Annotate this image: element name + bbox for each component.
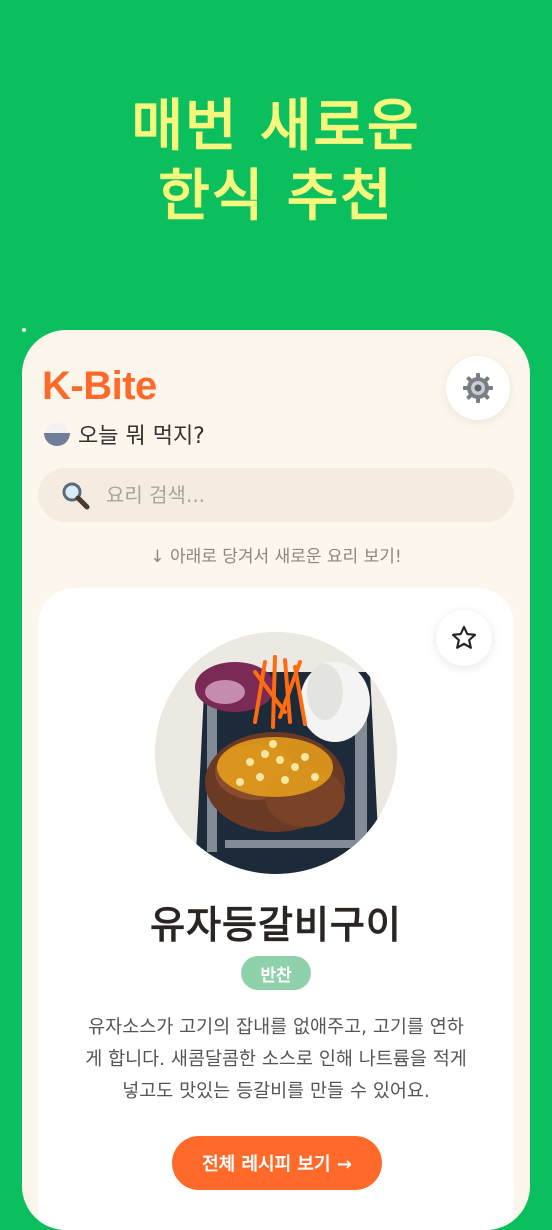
rice-bowl-icon — [44, 422, 70, 446]
search-input[interactable] — [104, 482, 488, 508]
search-bar[interactable] — [38, 468, 514, 522]
favorite-button[interactable] — [436, 610, 492, 666]
promo-line-2: 한식 추천 — [158, 164, 394, 229]
settings-button[interactable] — [446, 356, 510, 420]
decorative-dot — [22, 328, 26, 332]
category-badge: 반찬 — [241, 956, 311, 990]
recipe-card[interactable]: 유자등갈비구이 반찬 유자소스가 고기의 잡내를 없애주고, 고기를 연하게 합… — [38, 588, 514, 1230]
star-outline-icon — [451, 625, 477, 649]
gear-icon — [463, 373, 493, 403]
app-logo: K-Bite — [42, 364, 157, 408]
recipe-title: 유자등갈비구이 — [150, 903, 402, 947]
recipe-description: 유자소스가 고기의 잡내를 없애주고, 고기를 연하게 합니다. 새콤달콤한 소… — [85, 1017, 467, 1102]
promo-line-1: 매번 새로운 — [131, 94, 421, 159]
pull-to-refresh-hint: ↓ 아래로 당겨서 새로운 요리 보기! — [150, 547, 402, 567]
app-screen: K-Bite 오늘 뭐 먹지? 요리 검색... ↓ 아래로 당겨서 새로운 요… — [22, 330, 530, 1230]
subtitle: 오늘 뭐 먹지? — [44, 418, 205, 450]
magnifier-icon — [62, 482, 90, 510]
view-full-recipe-button[interactable]: 전체 레시피 보기 → — [172, 1136, 382, 1190]
subtitle-text: 오늘 뭐 먹지? — [78, 424, 205, 449]
promo-headline: 매번 새로운 한식 추천 — [0, 92, 552, 232]
recipe-photo — [155, 632, 397, 874]
